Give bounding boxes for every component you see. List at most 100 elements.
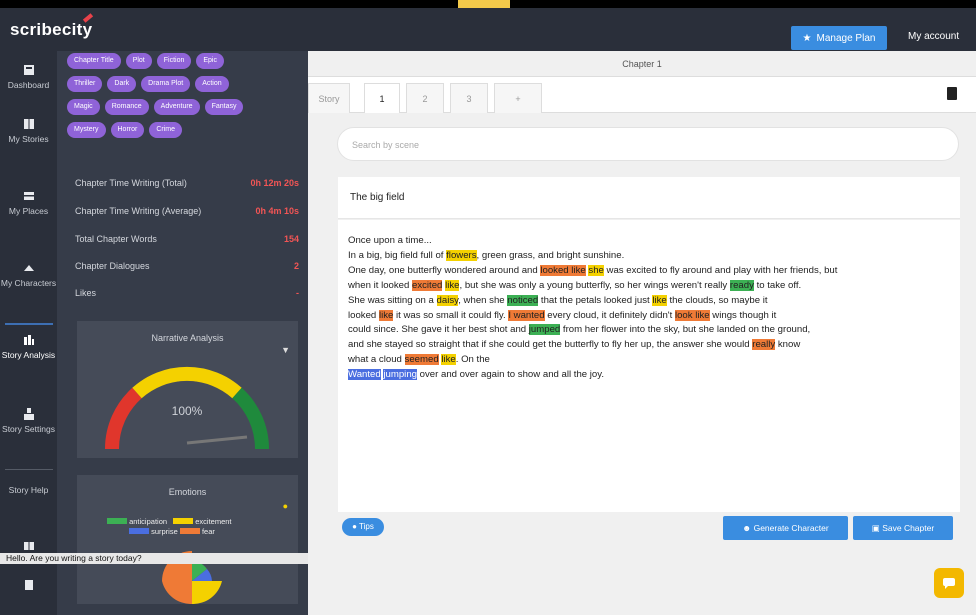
story-line: when it looked excited like, but she was… bbox=[348, 279, 950, 294]
tag-chip[interactable]: Crime bbox=[149, 122, 183, 138]
scene-search-input[interactable]: Search by scene bbox=[337, 127, 959, 161]
nav-label: My Characters bbox=[0, 278, 57, 288]
highlighted-word[interactable]: flowers bbox=[446, 249, 477, 261]
highlighted-word[interactable]: noticed bbox=[507, 294, 539, 306]
tag-chip[interactable]: Chapter Title bbox=[67, 53, 121, 69]
nav-item-dashboard[interactable]: Dashboard bbox=[0, 63, 57, 90]
highlighted-word[interactable]: excited bbox=[412, 279, 443, 291]
story-line: Wanted jumping over and over again to sh… bbox=[348, 368, 950, 383]
highlighted-word[interactable]: like bbox=[441, 354, 456, 366]
story-text-segment: In a big, big field full of bbox=[348, 249, 447, 261]
emotions-pie-chart bbox=[162, 551, 222, 604]
story-line: One day, one butterfly wondered around a… bbox=[348, 264, 950, 279]
tag-chip[interactable]: Adventure bbox=[153, 99, 200, 115]
tag-chip[interactable]: Romance bbox=[104, 99, 149, 115]
document-icon bbox=[24, 580, 33, 590]
metric-label: Likes bbox=[75, 288, 97, 298]
nav-item-help[interactable]: Story Help bbox=[0, 485, 57, 495]
story-text-segment: , but she was only a young butterfly, so… bbox=[459, 279, 730, 291]
highlighted-word[interactable]: look like bbox=[674, 309, 710, 321]
highlighted-word[interactable]: daisy bbox=[436, 294, 459, 306]
nav-item-analysis[interactable]: Story Analysis bbox=[0, 333, 57, 360]
chapter-header: Chapter 1 bbox=[308, 51, 976, 77]
manage-plan-button[interactable]: ★ Manage Plan bbox=[791, 26, 887, 50]
highlighted-word[interactable]: like bbox=[378, 309, 394, 321]
tag-chip[interactable]: Thriller bbox=[67, 76, 103, 92]
scene-title[interactable]: The big field bbox=[338, 177, 960, 219]
highlighted-word[interactable]: looked like bbox=[540, 264, 586, 276]
story-line: looked like it was so small it could fly… bbox=[348, 309, 950, 324]
nav-item-characters[interactable]: My Characters bbox=[0, 261, 57, 288]
highlighted-word[interactable]: jumping bbox=[383, 369, 417, 381]
highlighted-word[interactable]: ready bbox=[729, 279, 754, 291]
metric-value: 2 bbox=[293, 261, 299, 271]
add-tab-button[interactable]: + bbox=[494, 83, 542, 113]
user-icon: ☻ bbox=[742, 523, 752, 533]
nav-item-stories[interactable]: My Stories bbox=[0, 117, 57, 144]
legend-swatch bbox=[107, 518, 127, 524]
tips-button[interactable]: ● Tips bbox=[342, 518, 384, 536]
generate-character-button[interactable]: ☻ Generate Character bbox=[723, 516, 848, 540]
tips-label: Tips bbox=[359, 522, 374, 531]
app-logo[interactable]: scribecity bbox=[10, 20, 92, 40]
tag-chip[interactable]: Drama Plot bbox=[141, 76, 191, 92]
chat-button[interactable] bbox=[934, 568, 964, 598]
gauge-chart: 100% bbox=[104, 366, 270, 450]
highlighted-word[interactable]: like bbox=[445, 279, 460, 291]
metric-value: 154 bbox=[283, 234, 299, 244]
tag-list: Chapter Title Plot Fiction Epic Thriller… bbox=[67, 53, 299, 145]
nav-item-settings[interactable]: Story Settings bbox=[0, 407, 57, 434]
tab-story[interactable]: Story bbox=[308, 83, 350, 113]
floppy-icon: ▣ bbox=[871, 523, 880, 533]
save-chapter-button[interactable]: ▣ Save Chapter bbox=[853, 516, 953, 540]
metric-row: Likes - bbox=[75, 288, 299, 298]
tag-chip[interactable]: Mystery bbox=[67, 122, 106, 138]
pie-slice-excitement bbox=[192, 581, 222, 604]
gauge-menu-icon[interactable]: ▼ bbox=[281, 345, 290, 355]
story-text-segment: . On the bbox=[455, 354, 490, 366]
story-text-segment: that the petals looked just bbox=[538, 294, 653, 306]
highlighted-word[interactable]: really bbox=[752, 339, 776, 351]
save-icon[interactable] bbox=[947, 87, 957, 100]
tab-scene-2[interactable]: 2 bbox=[406, 83, 444, 113]
metric-row: Chapter Dialogues 2 bbox=[75, 261, 299, 271]
story-text-segment: from her flower into the sky, but she la… bbox=[560, 324, 811, 336]
gauge-segment-high bbox=[232, 387, 270, 450]
highlighted-word[interactable]: I wanted bbox=[508, 309, 545, 321]
account-menu[interactable]: My account bbox=[908, 31, 959, 42]
highlighted-word[interactable]: she bbox=[588, 264, 604, 276]
story-line: and she stayed so straight that if she c… bbox=[348, 338, 950, 353]
tag-chip[interactable]: Horror bbox=[110, 122, 145, 138]
legend-label: fear bbox=[201, 527, 215, 536]
story-text-segment: could since. She gave it her best shot a… bbox=[348, 324, 529, 336]
tag-chip[interactable]: Epic bbox=[196, 53, 224, 69]
emotions-menu-icon[interactable]: ● bbox=[283, 501, 288, 511]
tag-chip[interactable]: Magic bbox=[67, 99, 100, 115]
emotions-legend: anticipation excitement surprise fear bbox=[107, 517, 287, 537]
settings-icon bbox=[23, 408, 34, 420]
narrative-gauge-card: Narrative Analysis ▼ 100% bbox=[77, 321, 298, 458]
generate-character-label: Generate Character bbox=[753, 523, 829, 533]
tab-scene-1[interactable]: 1 bbox=[364, 83, 400, 113]
highlighted-word[interactable]: jumped bbox=[528, 324, 561, 336]
highlighted-word[interactable]: seemed bbox=[404, 354, 439, 366]
legend-label: anticipation bbox=[129, 517, 168, 526]
tag-chip[interactable]: Action bbox=[195, 76, 229, 92]
highlighted-word[interactable]: Wanted bbox=[348, 369, 381, 381]
nav-label: My Places bbox=[8, 206, 49, 216]
nav-label: Dashboard bbox=[7, 80, 50, 90]
tag-chip[interactable]: Dark bbox=[107, 76, 137, 92]
tab-scene-3[interactable]: 3 bbox=[450, 83, 488, 113]
nav-item-places[interactable]: My Places bbox=[0, 189, 57, 216]
manage-plan-label: Manage Plan bbox=[816, 32, 876, 44]
tag-chip[interactable]: Fantasy bbox=[204, 99, 244, 115]
story-text-editor[interactable]: Once upon a time... In a big, big field f… bbox=[338, 220, 960, 512]
highlighted-word[interactable]: like bbox=[652, 294, 667, 306]
story-text-segment: to take off. bbox=[753, 279, 802, 291]
metric-label: Chapter Dialogues bbox=[75, 261, 150, 271]
story-text-segment: it was so small it could fly. bbox=[393, 309, 509, 321]
nav-item-document[interactable] bbox=[0, 578, 57, 595]
tag-chip[interactable]: Plot bbox=[125, 53, 152, 69]
story-text-segment: wings though it bbox=[709, 309, 777, 321]
tag-chip[interactable]: Fiction bbox=[156, 53, 192, 69]
